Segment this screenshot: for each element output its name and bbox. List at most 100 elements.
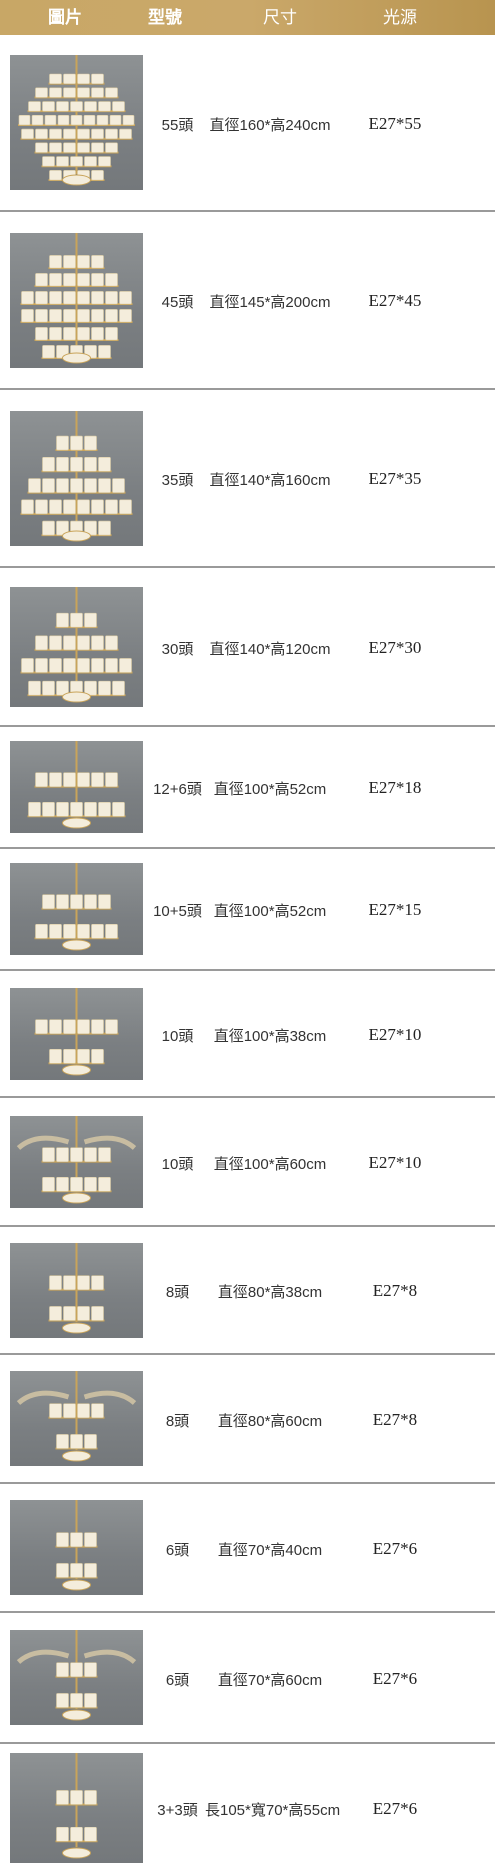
model-cell: 55頭 [161,117,194,134]
lamp-shade [35,273,48,287]
light-source-cell: E27*6 [372,1669,418,1688]
table-row: 6頭 直徑70*高40cm E27*6 [0,1484,495,1613]
lamp-shade [105,291,118,305]
lamp-shade [96,115,109,126]
lamp-shade [63,255,76,269]
chandelier-base [62,174,91,186]
lamp-shade [63,309,76,323]
lamp-shade [56,1662,69,1677]
lamp-shade [98,478,111,493]
chandelier-base [62,1192,91,1204]
lamp-shade [63,87,76,98]
header-light: 光源 [383,8,417,27]
lamp-shade [70,801,83,817]
lamp-shade [77,1403,90,1418]
model-cell: 10+5頭 [153,903,202,920]
lamp-shade [49,658,62,673]
lamp-shade [49,87,62,98]
lamp-shade [42,478,55,493]
lamp-shade [63,273,76,287]
lamp-shade [77,273,90,287]
lamp-shade [56,478,69,493]
lamp-shade [91,1306,104,1321]
table-header: 圖片 型號 尺寸 光源 [0,0,495,35]
lamp-shade [56,612,69,628]
light-source-cell: E27*8 [372,1410,418,1429]
chandelier-image [10,863,143,955]
size-cell: 直徑140*高120cm [209,641,331,658]
lamp-shade [56,894,69,909]
light-source-cell: E27*15 [368,900,422,919]
lamp-shade [112,680,125,696]
lamp-shade [105,87,118,98]
lamp-shade [21,499,34,515]
lamp-shade [91,128,104,140]
size-cell: 直徑70*高60cm [217,1672,323,1689]
chandelier-base [62,1847,91,1859]
lamp-shade [49,1275,62,1290]
lamp-shade [84,1176,97,1192]
lamp-shade [56,1826,69,1842]
lamp-shade [77,772,90,787]
chandelier-image [10,1116,143,1208]
lamp-shade [105,128,118,140]
chandelier-base [62,1322,91,1334]
lamp-shade [84,1693,97,1708]
lamp-shade [56,156,69,167]
lamp-shade [105,309,118,323]
model-cell: 45頭 [161,294,194,311]
size-cell: 直徑80*高38cm [217,1284,323,1301]
size-cell: 直徑70*高40cm [217,1542,323,1559]
lamp-shade [63,1306,76,1321]
model-cell: 3+3頭 [157,1802,198,1819]
lamp-shade [63,1275,76,1290]
lamp-shade [84,1563,97,1578]
size-cell: 直徑100*高52cm [213,781,327,798]
lamp-shade [35,772,48,787]
lamp-shade [70,1790,83,1805]
size-cell: 直徑145*高200cm [209,294,331,311]
model-cell: 10頭 [161,1156,194,1173]
lamp-shade [84,894,97,909]
lamp-shade [109,115,122,126]
light-source-cell: E27*45 [368,291,422,310]
lamp-shade [49,327,62,341]
lamp-shade [70,115,83,126]
lamp-shade [70,1693,83,1708]
lamp-shade [63,635,76,651]
light-source-cell: E27*6 [372,1799,418,1818]
lamp-shade [119,128,132,140]
lamp-shade [35,1019,48,1034]
lamp-shade [70,894,83,909]
lamp-shade [49,309,62,323]
lamp-shade [84,801,97,817]
lamp-shade [56,1434,69,1449]
lamp-shade [28,801,41,817]
light-source-cell: E27*10 [368,1025,422,1044]
chandelier-image [10,988,143,1080]
lamp-shade [56,1693,69,1708]
lamp-shade [98,456,111,472]
light-source-cell: E27*18 [368,778,422,797]
lamp-shade [98,1176,111,1192]
lamp-shade [77,255,90,269]
model-cell: 12+6頭 [153,781,202,798]
model-cell: 30頭 [161,641,194,658]
lamp-shade [31,115,44,126]
lamp-shade [91,1403,104,1418]
lamp-shade [77,1275,90,1290]
lamp-shade [70,456,83,472]
lamp-shade [84,435,97,451]
lamp-shade [35,291,48,305]
lamp-shade [70,478,83,493]
lamp-shade [28,680,41,696]
chandelier-image [10,1500,143,1595]
lamp-shade [84,1662,97,1677]
table-row: 3+3頭 長105*寬70*高55cm E27*6 [0,1744,495,1874]
lamp-shade [42,156,55,167]
lamp-shade [35,327,48,341]
lamp-shade [105,142,118,153]
lamp-shade [98,520,111,536]
lamp-shade [91,658,104,673]
lamp-shade [56,456,69,472]
